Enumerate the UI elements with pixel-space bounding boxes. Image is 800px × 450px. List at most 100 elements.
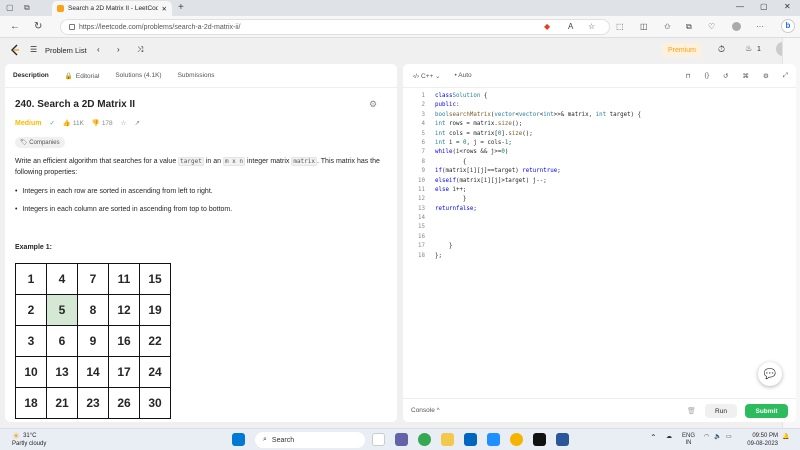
language-indicator[interactable]: ENG IN [682,433,695,447]
shuffle-icon[interactable]: ⤨ [137,45,143,55]
premium-button[interactable]: Premium [662,43,702,57]
url-field[interactable]: https://leetcode.com/problems/search-a-2… [60,19,610,35]
chrome-icon[interactable] [510,433,523,446]
tab-description[interactable]: Description [13,72,49,79]
companies-label: Companies [29,140,60,146]
tab-actions-icon[interactable]: ⧉ [24,3,30,13]
profile-avatar[interactable] [732,22,741,31]
url-text: https://leetcode.com/problems/search-a-2… [79,23,241,31]
workspace-icon[interactable]: ▢ [6,3,14,12]
battery-icon[interactable]: ▭ [726,433,732,440]
wifi-icon[interactable]: ◠ [704,433,709,440]
tab-solutions[interactable]: Solutions (4.1K) [115,72,161,79]
console-toggle[interactable]: Console ^ [411,407,440,414]
star-icon[interactable]: ☆ [121,119,127,127]
edge-browser-icon[interactable] [418,433,431,446]
prev-problem-icon[interactable]: ‹ [97,45,100,54]
editor-toolbar: ‹/› C++ ⌄ • Auto ⊓ {} ↺ ⌘ ⚙ ⤢ [403,64,796,88]
close-window-icon[interactable]: ✕ [784,2,791,11]
matrix-row: 3 6 9 16 22 [15,325,171,357]
read-aloud-icon[interactable]: A [568,22,573,31]
tab-title: Search a 2D Matrix II - LeetCode [68,5,158,12]
trash-icon[interactable]: 🗑 [687,407,696,415]
back-icon[interactable]: ← [10,21,20,32]
favorite-star-icon[interactable]: ☆ [588,22,595,31]
search-label: Search [271,436,295,444]
autocomplete-toggle[interactable]: • Auto [455,72,472,79]
matrix-cell: 11 [108,263,140,295]
editorial-lock-icon: 🔒 [64,72,73,80]
chat-bubble-icon[interactable]: 💬 [758,362,782,386]
close-tab-icon[interactable]: ✕ [162,5,167,13]
tab-editorial[interactable]: 🔒 Editorial [65,72,100,80]
onedrive-icon[interactable]: ☁ [666,433,672,440]
matrix-cell: 9 [77,325,109,357]
teams-icon[interactable] [395,433,408,446]
new-tab-icon[interactable]: + [178,2,184,13]
solved-check-icon: ✓ [49,120,55,127]
shield-icon[interactable]: ◆ [544,22,550,31]
fullscreen-icon[interactable]: ⤢ [783,72,788,80]
next-problem-icon[interactable]: › [117,45,120,54]
tray-chevron-icon[interactable]: ⌃ [650,433,657,442]
app-icon-cursor[interactable] [487,433,500,446]
matrix-cell: 30 [139,387,171,419]
submit-button[interactable]: Submit [745,404,788,418]
language-select[interactable]: ‹/› C++ ⌄ [413,72,441,80]
browser-tab[interactable]: Search a 2D Matrix II - LeetCode ✕ [52,1,172,16]
extensions-icon[interactable]: ⬚ [616,22,624,31]
tab-submissions[interactable]: Submissions [178,72,215,79]
file-explorer-icon[interactable] [441,433,454,446]
minimize-icon[interactable]: — [736,2,744,11]
leetcode-favicon-icon [57,5,64,12]
desc-text-1: Write an efficient algorithm that search… [15,158,177,165]
run-button[interactable]: Run [705,404,737,418]
code-editor[interactable]: 1 class Solution { 2 public: 3 bool search… [409,92,641,261]
matrix-cell: 8 [77,294,109,326]
heart-icon[interactable]: ♡ [708,22,715,31]
terminal-icon[interactable] [533,433,546,446]
favorites-icon[interactable]: ✩ [664,22,671,31]
word-icon[interactable] [556,433,569,446]
clock[interactable]: 09:50 PM 09-08-2023 [736,432,778,448]
leetcode-logo-icon[interactable] [10,44,20,56]
more-menu-icon[interactable]: ··· [756,22,764,31]
start-windows-icon[interactable] [232,433,245,446]
companies-tag[interactable]: 🏷 Companies [15,137,65,148]
list-icon[interactable]: ☰ [30,45,37,54]
bookmark-icon[interactable]: ⊓ [686,72,691,80]
editor-settings-icon[interactable]: ⚙ [763,72,769,80]
like-button[interactable]: 👍 11K [63,119,84,127]
collections-icon[interactable]: ⧉ [686,22,692,32]
settings-icon[interactable]: ⚙ [369,99,377,110]
matrix-cell: 17 [108,356,140,388]
matrix-cell: 22 [139,325,171,357]
reset-icon[interactable]: ↺ [723,72,728,80]
share-icon[interactable]: ↗ [135,119,140,127]
store-icon[interactable] [464,433,477,446]
matrix-row: 10 13 14 17 24 [15,356,171,388]
matrix-row: 18 21 23 26 30 [15,387,171,419]
matrix-cell: 7 [77,263,109,295]
problem-description: Write an efficient algorithm that search… [15,156,385,178]
split-screen-icon[interactable]: ◫ [640,22,648,31]
dislike-button[interactable]: 👎 178 [92,119,113,127]
desc-code-matrix: matrix [291,157,318,166]
shortcut-icon[interactable]: ⌘ [742,72,749,80]
bing-copilot-icon[interactable]: b [781,19,795,33]
refresh-icon[interactable]: ↻ [34,21,42,32]
problem-list-link[interactable]: Problem List [45,46,87,55]
taskbar-search[interactable]: ⌕ Search [255,432,365,448]
bing-app-icon[interactable] [372,433,385,446]
braces-icon[interactable]: {} [705,72,709,79]
notification-icon[interactable]: 🔔 [782,433,789,440]
streak-flame-icon[interactable]: ♨ [745,44,752,53]
weather-widget[interactable]: ☀ 31°C Partly cloudy [12,432,46,448]
lang-code: ENG [682,433,696,439]
search-icon: ⌕ [263,436,267,443]
maximize-icon[interactable]: ▢ [760,2,768,11]
timer-icon[interactable]: ⏱ [718,44,725,55]
matrix-cell: 18 [15,387,47,419]
region-code: IN [685,440,692,446]
volume-icon[interactable]: 🔈 [714,433,721,440]
